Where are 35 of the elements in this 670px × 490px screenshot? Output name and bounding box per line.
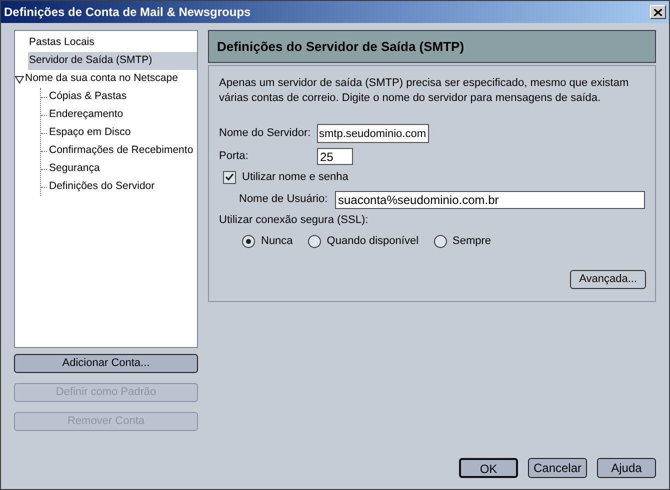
tree-item[interactable]: Pastas Locais <box>28 34 197 52</box>
tree-item[interactable]: Endereçamento <box>48 106 197 124</box>
tree-item[interactable]: Nome da sua conta no Netscape <box>24 70 197 88</box>
tree-item[interactable]: Definições do Servidor <box>48 178 197 196</box>
dialog-button[interactable]: Ajuda <box>597 458 656 478</box>
dialog-button[interactable]: OK <box>459 458 518 478</box>
dialog-button[interactable]: Cancelar <box>528 458 587 478</box>
expander-icon[interactable] <box>15 74 24 84</box>
radio-button[interactable] <box>242 234 255 248</box>
checkbox-label: Utilizar nome e senha <box>242 170 348 185</box>
port-field[interactable]: 25 <box>317 148 353 165</box>
radio-label: Sempre <box>452 234 492 249</box>
tree-item[interactable]: Espaço em Disco <box>48 124 197 142</box>
account-button[interactable]: Adicionar Conta... <box>14 354 198 373</box>
username-field[interactable]: suaconta%seudominio.com.br <box>335 190 645 208</box>
window-title: Definições de Conta de Mail & Newsgroups <box>4 4 251 21</box>
radio-button[interactable] <box>308 234 321 248</box>
tree-item[interactable]: Confirmações de Recebimento <box>48 142 197 160</box>
field-label: Nome de Usuário: <box>239 192 329 208</box>
radio-button[interactable] <box>434 234 447 248</box>
tree-item[interactable]: Cópias & Pastas <box>48 88 197 106</box>
panel-header: Definições do Servidor de Saída (SMTP) <box>208 30 656 63</box>
field-label: Nome do Servidor: <box>219 126 312 142</box>
close-button[interactable] <box>650 5 666 19</box>
description-text: Apenas um servidor de saída (SMTP) precisa ser especificado, mesmo que existam várias contas de correio. Digite o nome do servidor para mensagens de saída. <box>219 76 629 106</box>
radio-label: Nunca <box>261 234 293 249</box>
close-icon <box>654 8 662 16</box>
advanced-button[interactable]: Avançada... <box>570 270 646 288</box>
tree-item[interactable]: Servidor de Saída (SMTP) <box>28 52 197 70</box>
tree-item[interactable]: Segurança <box>48 160 197 178</box>
field-label: Utilizar conexão segura (SSL): <box>219 212 370 228</box>
radio-label: Quando disponível <box>326 234 419 249</box>
field-label: Porta: <box>219 149 250 164</box>
checkbox[interactable] <box>223 170 236 184</box>
server-name-field[interactable]: smtp.seudominio.com <box>317 124 429 143</box>
